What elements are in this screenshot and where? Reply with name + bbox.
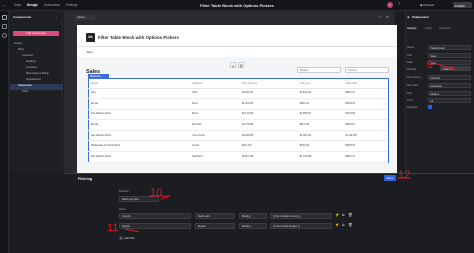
annotation-11: 11: [107, 222, 119, 234]
arrowhead-9: [450, 66, 456, 71]
arrow-11: [124, 228, 140, 233]
annotation-10: 10: [150, 187, 163, 199]
annotation-arrows: [124, 63, 456, 233]
annotation-12: 12: [398, 169, 411, 181]
annotation-9: 9: [427, 59, 434, 71]
